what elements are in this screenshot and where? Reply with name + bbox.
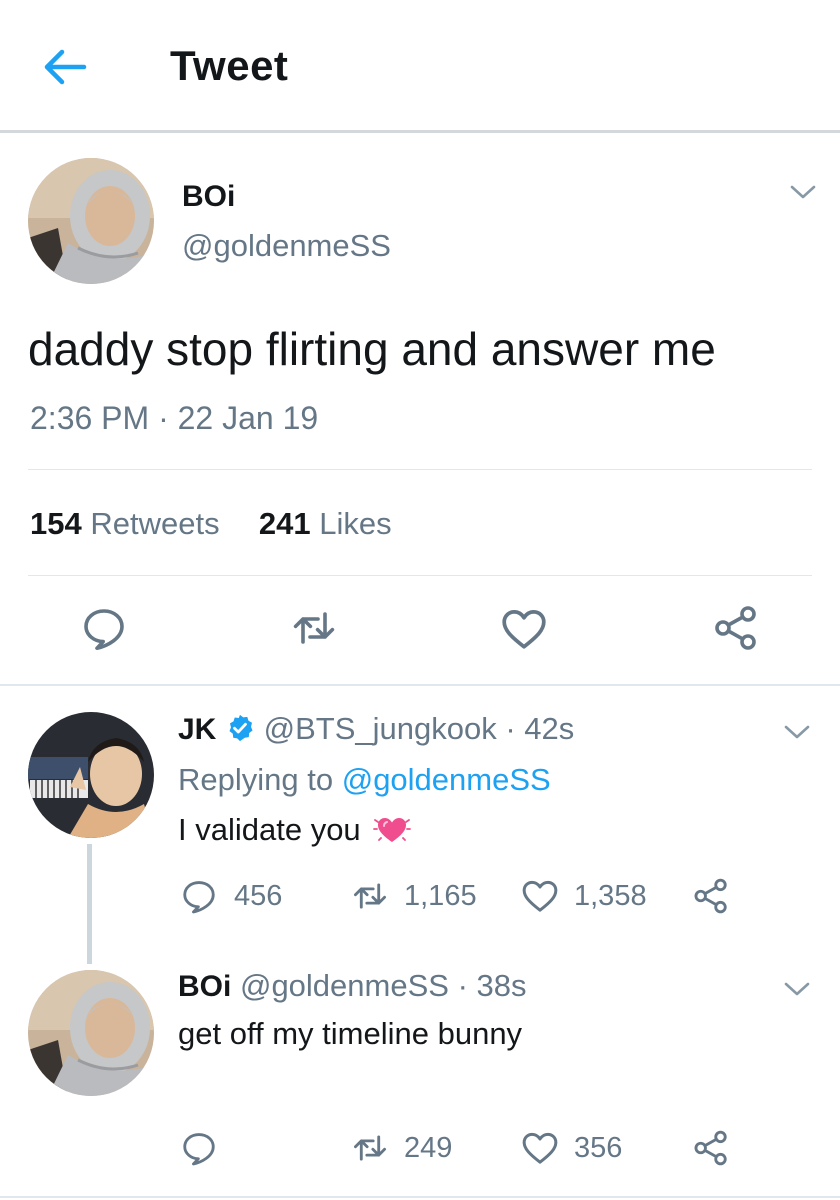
share-button[interactable] (692, 1128, 730, 1168)
share-button[interactable] (692, 876, 730, 916)
replying-to-label: Replying to (178, 762, 334, 797)
tweet-text: daddy stop flirting and answer me (28, 323, 716, 375)
thread-connector (87, 844, 92, 964)
author-handle[interactable]: @goldenmeSS (182, 228, 391, 264)
dot-separator: · (505, 711, 516, 746)
divider (28, 575, 812, 576)
retweet-icon (348, 877, 392, 915)
author-name[interactable]: BOi (182, 180, 235, 214)
retweet-button[interactable]: 1,165 (348, 876, 477, 916)
divider (0, 1196, 840, 1198)
dot-separator: · (457, 968, 468, 1003)
divider (28, 469, 812, 470)
tweet-time: 2:36 PM (30, 400, 150, 436)
reply-icon[interactable] (80, 604, 128, 652)
like-icon (520, 876, 560, 916)
divider (0, 684, 840, 686)
retweet-icon (348, 1129, 392, 1167)
retweets-label: Retweets (90, 506, 220, 541)
chevron-down-icon[interactable] (782, 978, 812, 1000)
reply-header: JK @BTS_jungkook · 42s (178, 711, 574, 747)
like-count: 1,358 (574, 879, 647, 912)
sparkling-heart-emoji (373, 818, 412, 842)
verified-badge-icon (229, 714, 253, 742)
like-button[interactable]: 1,358 (520, 876, 647, 916)
retweet-icon[interactable] (287, 604, 341, 652)
like-icon (520, 1128, 560, 1168)
retweets-count: 154 (30, 506, 82, 541)
share-icon (692, 1129, 730, 1167)
likes-count: 241 (258, 506, 311, 541)
tweet-date: 22 Jan 19 (177, 400, 319, 436)
like-icon[interactable] (499, 604, 549, 654)
reply-header: BOi @goldenmeSS · 38s (178, 968, 527, 1004)
tweet-timestamp[interactable]: 2:36 PM · 22 Jan 19 (30, 400, 318, 437)
chevron-down-icon[interactable] (782, 721, 812, 743)
reply-button[interactable] (180, 1128, 218, 1168)
reply-author-handle[interactable]: @goldenmeSS (240, 968, 449, 1003)
retweets-stat[interactable]: 154 Retweets (30, 506, 228, 541)
likes-stat[interactable]: 241 Likes (259, 506, 392, 541)
share-icon (692, 877, 730, 915)
author-avatar[interactable] (28, 158, 154, 284)
replying-to: Replying to @goldenmeSS (178, 762, 551, 798)
reply-icon (180, 1129, 218, 1167)
reply-icon (180, 877, 218, 915)
back-button[interactable] (40, 44, 90, 90)
reply-button[interactable]: 456 (180, 876, 282, 916)
engagement-stats: 154 Retweets 241 Likes (30, 506, 392, 542)
reply-age[interactable]: 38s (477, 968, 527, 1003)
retweet-count: 1,165 (404, 879, 477, 912)
reply-author-name[interactable]: BOi (178, 970, 231, 1003)
top-bar: Tweet (0, 0, 840, 133)
share-icon[interactable] (712, 604, 760, 652)
chevron-down-icon[interactable] (788, 181, 818, 203)
back-arrow-icon (44, 49, 87, 85)
reply-author-handle[interactable]: @BTS_jungkook (264, 711, 497, 746)
reply-text: get off my timeline bunny (178, 1016, 523, 1051)
reply-age[interactable]: 42s (524, 711, 574, 746)
retweet-count: 249 (404, 1131, 453, 1164)
page-title: Tweet (170, 42, 289, 89)
reply-author-name[interactable]: JK (178, 713, 216, 746)
replying-to-handle[interactable]: @goldenmeSS (342, 762, 551, 797)
reply-text: I validate you (178, 812, 361, 847)
dot-separator: · (158, 400, 169, 436)
like-button[interactable]: 356 (520, 1128, 622, 1168)
reply-avatar[interactable] (28, 970, 154, 1096)
reply-avatar[interactable] (28, 712, 154, 838)
reply-count: 456 (234, 879, 283, 912)
like-count: 356 (574, 1131, 623, 1164)
retweet-button[interactable]: 249 (348, 1128, 452, 1168)
likes-label: Likes (319, 506, 392, 541)
reply-text-row: I validate you (178, 812, 412, 848)
